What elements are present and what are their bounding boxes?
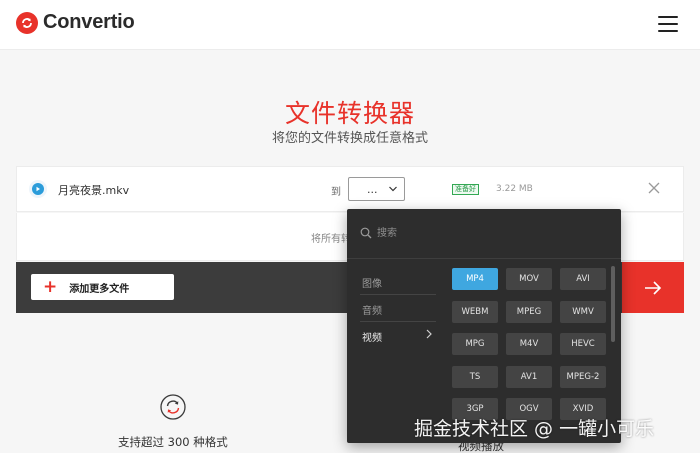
- format-option-wmv[interactable]: WMV: [560, 301, 606, 323]
- format-option-mp4[interactable]: MP4: [452, 268, 498, 290]
- chevron-down-icon: [388, 182, 398, 199]
- logo[interactable]: Convertio: [16, 11, 135, 34]
- format-select[interactable]: ...: [348, 177, 405, 201]
- status-badge: 准备好: [452, 184, 479, 195]
- panel-search: [347, 209, 621, 259]
- file-row: 月亮夜景.mkv 到 ... 准备好 3.22 MB: [16, 166, 684, 212]
- format-option-hevc[interactable]: HEVC: [560, 333, 606, 355]
- search-icon: [360, 227, 372, 239]
- category-video[interactable]: 视频: [347, 323, 439, 349]
- format-option-ts[interactable]: TS: [452, 366, 498, 388]
- convertio-logo-icon: [16, 11, 38, 34]
- format-option-avi[interactable]: AVI: [560, 268, 606, 290]
- convert-button[interactable]: [622, 262, 684, 313]
- format-dropdown-panel: 图像 音频 视频 MP4 MOV AVI WEBM MPEG WMV MPG M…: [347, 209, 621, 443]
- hamburger-menu-icon[interactable]: [658, 16, 678, 32]
- page-subtitle: 将您的文件转换成任意格式: [271, 131, 428, 146]
- category-audio[interactable]: 音频: [347, 296, 439, 322]
- feature-text: 支持超过 300 种格式: [118, 435, 228, 449]
- format-search-input[interactable]: [377, 224, 577, 242]
- page-title: 文件转换器: [284, 99, 415, 128]
- category-divider: [360, 294, 436, 295]
- add-files-button[interactable]: + 添加更多文件: [31, 274, 174, 300]
- to-label: 到: [331, 187, 341, 198]
- category-divider: [360, 321, 436, 322]
- format-select-value: ...: [367, 182, 378, 196]
- format-option-m4v[interactable]: M4V: [506, 333, 552, 355]
- file-name: 月亮夜景.mkv: [58, 184, 130, 197]
- top-header: Convertio: [0, 0, 700, 50]
- file-play-icon: [29, 180, 47, 198]
- format-option-mov[interactable]: MOV: [506, 268, 552, 290]
- refresh-icon: [160, 394, 186, 420]
- plus-icon: +: [43, 276, 58, 297]
- format-option-mpeg-2[interactable]: MPEG-2: [560, 366, 606, 388]
- add-files-label: 添加更多文件: [69, 283, 130, 295]
- notice-text: 将所有转: [311, 234, 351, 245]
- close-icon[interactable]: [647, 180, 661, 194]
- file-size: 3.22 MB: [496, 184, 533, 194]
- brand-name: Convertio: [43, 11, 135, 33]
- format-option-mpg[interactable]: MPG: [452, 333, 498, 355]
- format-option-mpeg[interactable]: MPEG: [506, 301, 552, 323]
- chevron-right-icon: [425, 327, 433, 344]
- category-image[interactable]: 图像: [347, 269, 439, 295]
- format-option-webm[interactable]: WEBM: [452, 301, 498, 323]
- arrow-right-icon: [645, 280, 662, 295]
- format-option-av1[interactable]: AV1: [506, 366, 552, 388]
- panel-scrollbar[interactable]: [611, 266, 615, 342]
- watermark-text: 掘金技术社区 @ 一罐小可乐: [414, 418, 655, 440]
